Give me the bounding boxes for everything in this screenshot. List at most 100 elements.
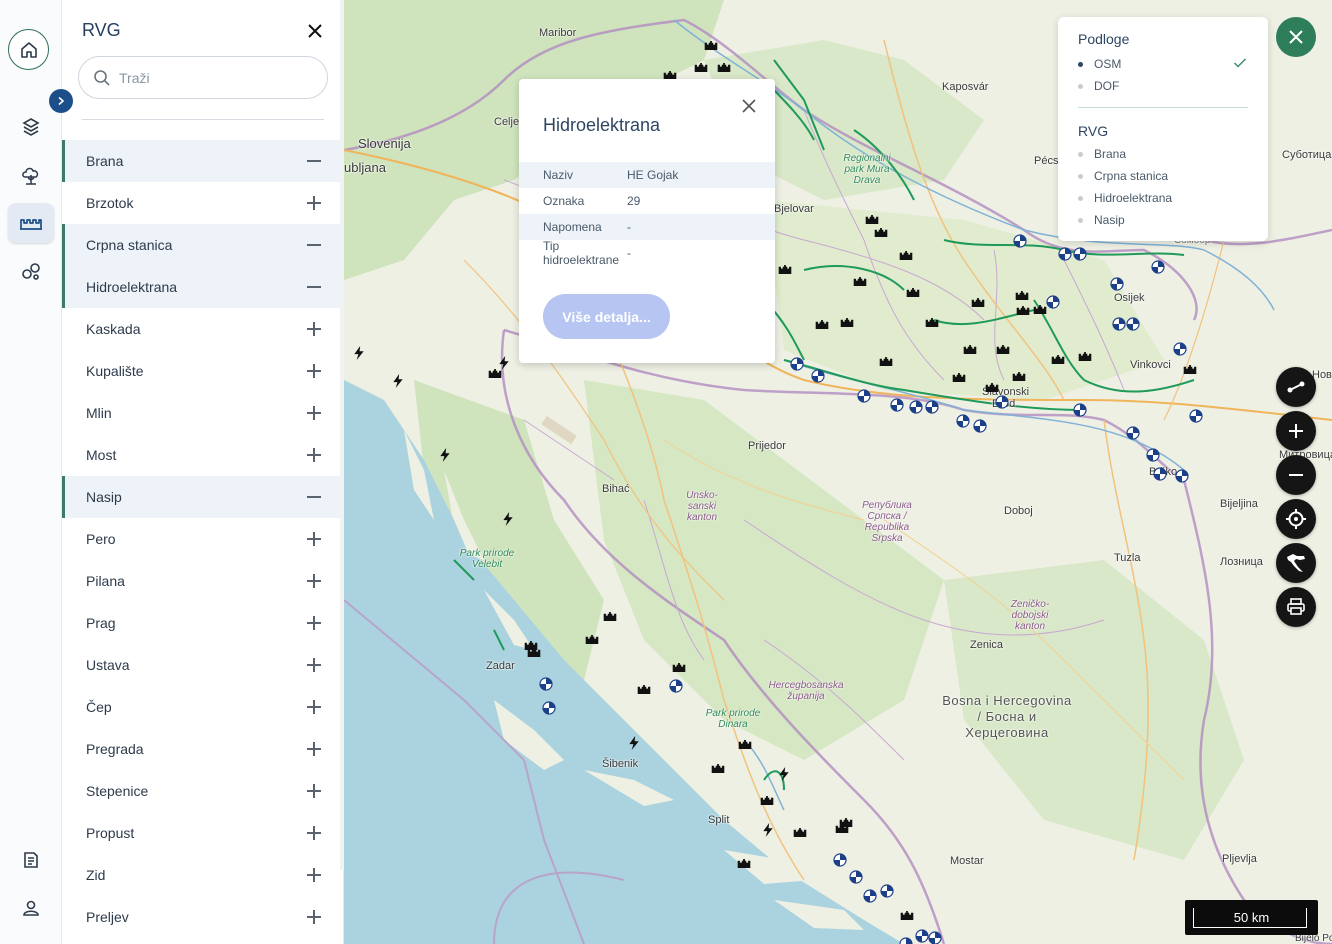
plus-icon[interactable]	[306, 741, 322, 757]
pump-station-marker-icon[interactable]	[1073, 247, 1087, 261]
pump-station-marker-icon[interactable]	[925, 400, 939, 414]
hydro-plant-marker-icon[interactable]	[777, 767, 791, 781]
dam-marker-icon[interactable]	[488, 369, 502, 378]
category-item[interactable]: Crpna stanica	[62, 224, 342, 266]
pump-station-marker-icon[interactable]	[915, 929, 929, 943]
category-item[interactable]: Kaskada	[62, 308, 342, 350]
pump-station-marker-icon[interactable]	[1153, 467, 1167, 481]
zoom-out-button[interactable]	[1276, 455, 1316, 495]
pump-station-marker-icon[interactable]	[811, 369, 825, 383]
category-item[interactable]: Pilana	[62, 560, 342, 602]
locate-button[interactable]	[1276, 499, 1316, 539]
plus-icon[interactable]	[306, 783, 322, 799]
pump-station-marker-icon[interactable]	[1110, 277, 1124, 291]
close-panel-button[interactable]	[305, 21, 325, 41]
pump-station-marker-icon[interactable]	[539, 677, 553, 691]
dam-marker-icon[interactable]	[963, 345, 977, 354]
category-item[interactable]: Most	[62, 434, 342, 476]
rvg-layer-item[interactable]: Hidroelektrana	[1078, 191, 1172, 205]
plus-icon[interactable]	[306, 825, 322, 841]
search-box[interactable]	[78, 56, 328, 99]
panel-scrollbar[interactable]	[340, 0, 344, 870]
category-item[interactable]: Čep	[62, 686, 342, 728]
dam-marker-icon[interactable]	[694, 63, 708, 72]
analysis-button[interactable]	[8, 251, 54, 291]
dam-marker-icon[interactable]	[717, 63, 731, 72]
plus-icon[interactable]	[306, 195, 322, 211]
pump-station-marker-icon[interactable]	[849, 870, 863, 884]
dam-marker-icon[interactable]	[711, 764, 725, 773]
hydro-plant-marker-icon[interactable]	[352, 346, 366, 360]
layers-button[interactable]	[8, 107, 54, 147]
dam-marker-icon[interactable]	[637, 685, 651, 694]
pump-station-marker-icon[interactable]	[890, 398, 904, 412]
dam-marker-icon[interactable]	[952, 373, 966, 382]
minus-icon[interactable]	[306, 237, 322, 253]
plus-icon[interactable]	[306, 615, 322, 631]
print-button[interactable]	[1276, 587, 1316, 627]
home-button[interactable]	[8, 29, 49, 70]
category-item[interactable]: Stepenice	[62, 770, 342, 812]
pump-station-marker-icon[interactable]	[1151, 260, 1165, 274]
dam-marker-icon[interactable]	[865, 215, 879, 224]
plus-icon[interactable]	[306, 657, 322, 673]
pump-station-marker-icon[interactable]	[1126, 317, 1140, 331]
hydro-plant-marker-icon[interactable]	[501, 512, 515, 526]
documents-button[interactable]	[8, 840, 54, 880]
plus-icon[interactable]	[306, 363, 322, 379]
pump-station-marker-icon[interactable]	[973, 419, 987, 433]
dam-marker-icon[interactable]	[1033, 305, 1047, 314]
category-item[interactable]: Propust	[62, 812, 342, 854]
more-details-button[interactable]: Više detalja...	[543, 294, 670, 339]
pump-station-marker-icon[interactable]	[1175, 469, 1189, 483]
category-item[interactable]: Ustava	[62, 644, 342, 686]
pump-station-marker-icon[interactable]	[1146, 448, 1160, 462]
dam-marker-icon[interactable]	[778, 265, 792, 274]
user-button[interactable]	[8, 888, 54, 928]
plus-icon[interactable]	[306, 321, 322, 337]
search-input[interactable]	[119, 69, 309, 86]
pump-station-marker-icon[interactable]	[1073, 403, 1087, 417]
dam-marker-icon[interactable]	[793, 828, 807, 837]
close-layers-button[interactable]	[1276, 17, 1316, 57]
dam-marker-icon[interactable]	[585, 635, 599, 644]
minus-icon[interactable]	[306, 489, 322, 505]
dam-marker-icon[interactable]	[1183, 365, 1197, 374]
hydro-plant-marker-icon[interactable]	[497, 356, 511, 370]
dam-marker-icon[interactable]	[899, 251, 913, 260]
pump-station-marker-icon[interactable]	[1058, 247, 1072, 261]
pump-station-marker-icon[interactable]	[1046, 295, 1060, 309]
category-item[interactable]: Brzotok	[62, 182, 342, 224]
category-item[interactable]: Zid	[62, 854, 342, 896]
pump-station-marker-icon[interactable]	[1173, 342, 1187, 356]
dam-marker-icon[interactable]	[853, 277, 867, 286]
category-item[interactable]: Preljev	[62, 896, 342, 938]
dam-marker-icon[interactable]	[839, 818, 853, 827]
dam-marker-icon[interactable]	[1078, 352, 1092, 361]
full-extent-button[interactable]	[1276, 543, 1316, 583]
rvg-layer-item[interactable]: Crpna stanica	[1078, 169, 1168, 183]
pump-station-marker-icon[interactable]	[956, 414, 970, 428]
zoom-in-button[interactable]	[1276, 411, 1316, 451]
dam-marker-icon[interactable]	[738, 740, 752, 749]
dam-marker-icon[interactable]	[1015, 291, 1029, 300]
category-item[interactable]: Nasip	[62, 476, 342, 518]
environment-button[interactable]	[8, 155, 54, 195]
pump-station-marker-icon[interactable]	[1189, 409, 1203, 423]
dam-marker-icon[interactable]	[879, 357, 893, 366]
category-item[interactable]: Hidroelektrana	[62, 266, 342, 308]
pump-station-marker-icon[interactable]	[542, 701, 556, 715]
dam-marker-icon[interactable]	[527, 648, 541, 657]
minus-icon[interactable]	[306, 279, 322, 295]
category-item[interactable]: Pero	[62, 518, 342, 560]
category-item[interactable]: Prag	[62, 602, 342, 644]
plus-icon[interactable]	[306, 909, 322, 925]
dam-marker-icon[interactable]	[985, 383, 999, 392]
dam-marker-icon[interactable]	[704, 41, 718, 50]
category-item[interactable]: Brana	[62, 140, 342, 182]
base-layer-dof[interactable]: DOF	[1078, 79, 1119, 93]
pump-station-marker-icon[interactable]	[669, 679, 683, 693]
dam-marker-icon[interactable]	[900, 911, 914, 920]
rvg-layer-item[interactable]: Brana	[1078, 147, 1126, 161]
dam-marker-icon[interactable]	[603, 612, 617, 621]
